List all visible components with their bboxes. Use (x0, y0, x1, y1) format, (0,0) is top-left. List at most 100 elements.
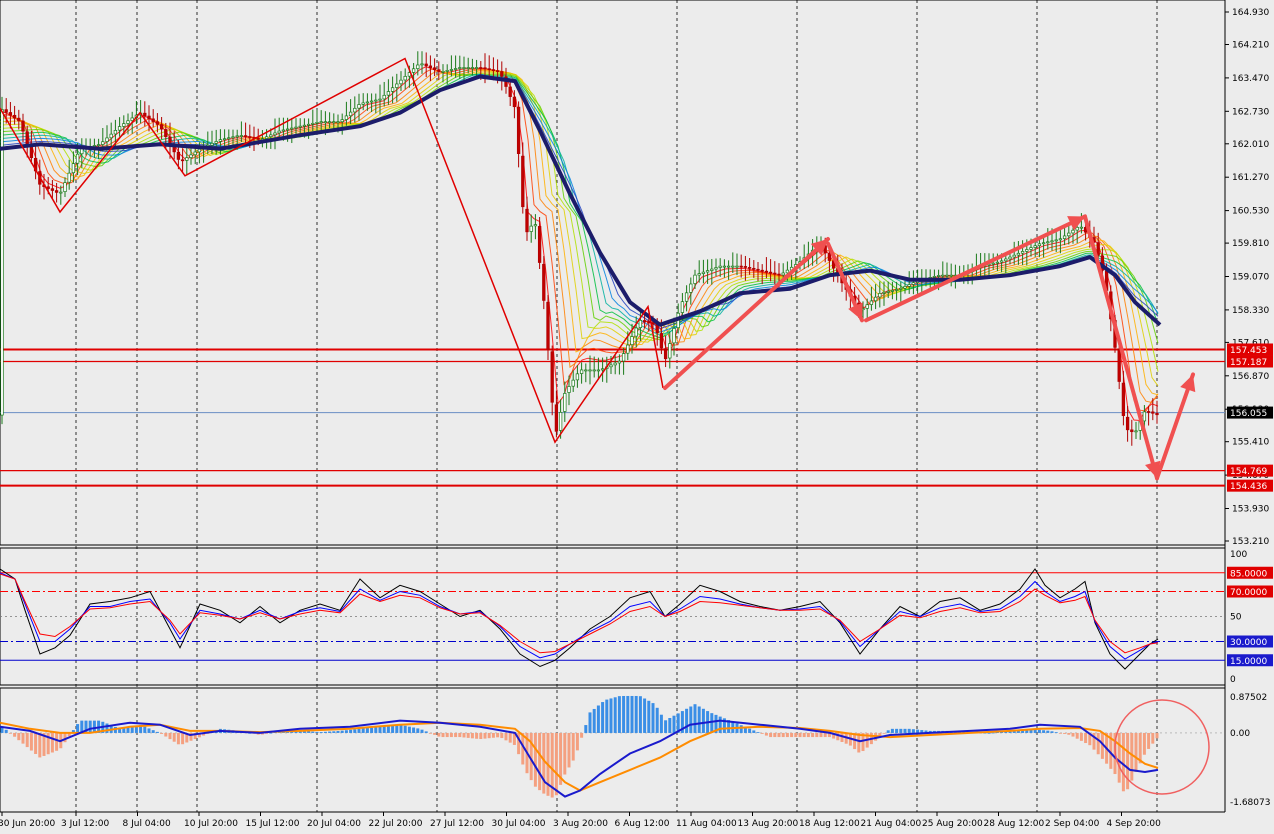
macd-histogram-bar (638, 696, 642, 733)
macd-histogram-bar (895, 728, 899, 733)
candle-body (705, 270, 710, 273)
candle-body (323, 121, 328, 124)
macd-histogram-bar (29, 732, 33, 751)
candle-body (697, 273, 701, 276)
candle-body (1020, 251, 1025, 254)
macd-histogram-bar (378, 726, 382, 733)
macd-histogram-bar (571, 732, 575, 761)
macd-histogram-bar (496, 732, 500, 738)
macd-histogram-bar (1054, 732, 1058, 733)
candle-body (164, 129, 168, 138)
candle-body (298, 125, 302, 128)
macd-histogram-bar (701, 708, 705, 733)
candle-body (344, 115, 349, 120)
macd-histogram-bar (647, 700, 651, 733)
candle-body (1125, 416, 1130, 431)
candle-body (285, 128, 290, 131)
time-tick-label: 22 Jul 20:00 (369, 819, 423, 829)
candle-body (894, 289, 899, 291)
candle-body (54, 190, 59, 193)
macd-histogram-bar (151, 730, 155, 733)
macd-histogram-bar (143, 726, 147, 733)
candle-body (626, 344, 630, 354)
candle-body (739, 265, 743, 268)
macd-histogram-bar (475, 732, 479, 739)
macd-histogram-bar (336, 731, 340, 733)
chart-canvas[interactable]: 164.930 164.210 163.470 162.730 162.010 161.2… (0, 0, 1274, 830)
macd-histogram-bar (626, 695, 630, 733)
candle-body (529, 225, 533, 232)
trading-chart[interactable]: 164.930 164.210 163.470 162.730 162.010 161.2… (0, 0, 1274, 830)
price-tick-label: 160.530 (1232, 207, 1269, 217)
candle-body (185, 157, 189, 161)
candle-body (865, 304, 869, 309)
macd-histogram-bar (886, 730, 890, 733)
macd-histogram-bar (718, 716, 722, 733)
candle-body (659, 333, 664, 349)
macd-histogram-bar (764, 732, 768, 736)
candle-body (67, 172, 71, 183)
macd-histogram-bar (811, 732, 815, 738)
candle-body (1096, 242, 1100, 256)
macd-histogram-bar (1037, 729, 1041, 733)
macd-histogram-bar (508, 732, 512, 743)
macd-histogram-bar (769, 732, 773, 738)
candle-body (584, 369, 588, 372)
candle-body (227, 137, 231, 140)
time-tick-label: 30 Jul 04:00 (492, 819, 546, 829)
macd-histogram-bar (617, 696, 621, 733)
macd-histogram-bar (1067, 732, 1071, 735)
time-tick-label: 18 Aug 12:00 (799, 819, 860, 829)
candle-body (155, 121, 160, 125)
candle-body (189, 154, 193, 158)
candle-body (306, 123, 311, 126)
macd-histogram-bar (365, 728, 369, 733)
price-tick-label: 159.070 (1232, 273, 1269, 283)
candle-body (12, 114, 17, 119)
candle-body (567, 386, 571, 393)
candle-body (71, 163, 76, 174)
macd-histogram-bar (651, 703, 655, 733)
candle-body (470, 67, 475, 69)
candle-body (878, 293, 882, 298)
candle-body (336, 121, 340, 124)
candle-body (151, 118, 155, 122)
candle-body (50, 188, 55, 191)
macd-histogram-bar (315, 731, 319, 733)
candle-body (281, 129, 286, 132)
macd-histogram-bar (8, 732, 12, 734)
macd-histogram-bar (307, 731, 311, 733)
candle-body (663, 348, 668, 360)
candle-body (911, 282, 916, 285)
time-tick-label: 4 Sep 20:00 (1107, 819, 1162, 829)
macd-histogram-bar (790, 732, 794, 738)
candle-body (1075, 227, 1079, 231)
candle-body (592, 369, 596, 372)
candle-body (4, 109, 8, 113)
macd-histogram-bar (781, 732, 785, 738)
macd-histogram-bar (357, 728, 361, 733)
candle-body (882, 291, 886, 294)
candle-body (1151, 411, 1155, 414)
macd-histogram-bar (395, 725, 399, 733)
candle-body (105, 137, 109, 142)
candle-body (1062, 235, 1067, 239)
time-tick-label: 27 Jul 12:00 (430, 819, 484, 829)
macd-tick-label: 0.87502 (1230, 693, 1267, 703)
candle-body (147, 115, 151, 120)
candle-body (382, 94, 386, 100)
macd-histogram-bar (470, 732, 474, 739)
candle-body (571, 379, 575, 387)
candle-body (59, 191, 63, 194)
macd-histogram-bar (399, 724, 403, 733)
candle-body (332, 121, 336, 124)
macd-histogram-bar (815, 732, 819, 738)
candle-body (743, 266, 748, 268)
candle-body (680, 301, 685, 313)
candle-body (302, 124, 307, 127)
candle-body (689, 283, 693, 293)
candle-body (487, 68, 491, 71)
macd-histogram-bar (370, 727, 374, 733)
candle-body (210, 142, 214, 146)
candle-body (340, 119, 344, 123)
